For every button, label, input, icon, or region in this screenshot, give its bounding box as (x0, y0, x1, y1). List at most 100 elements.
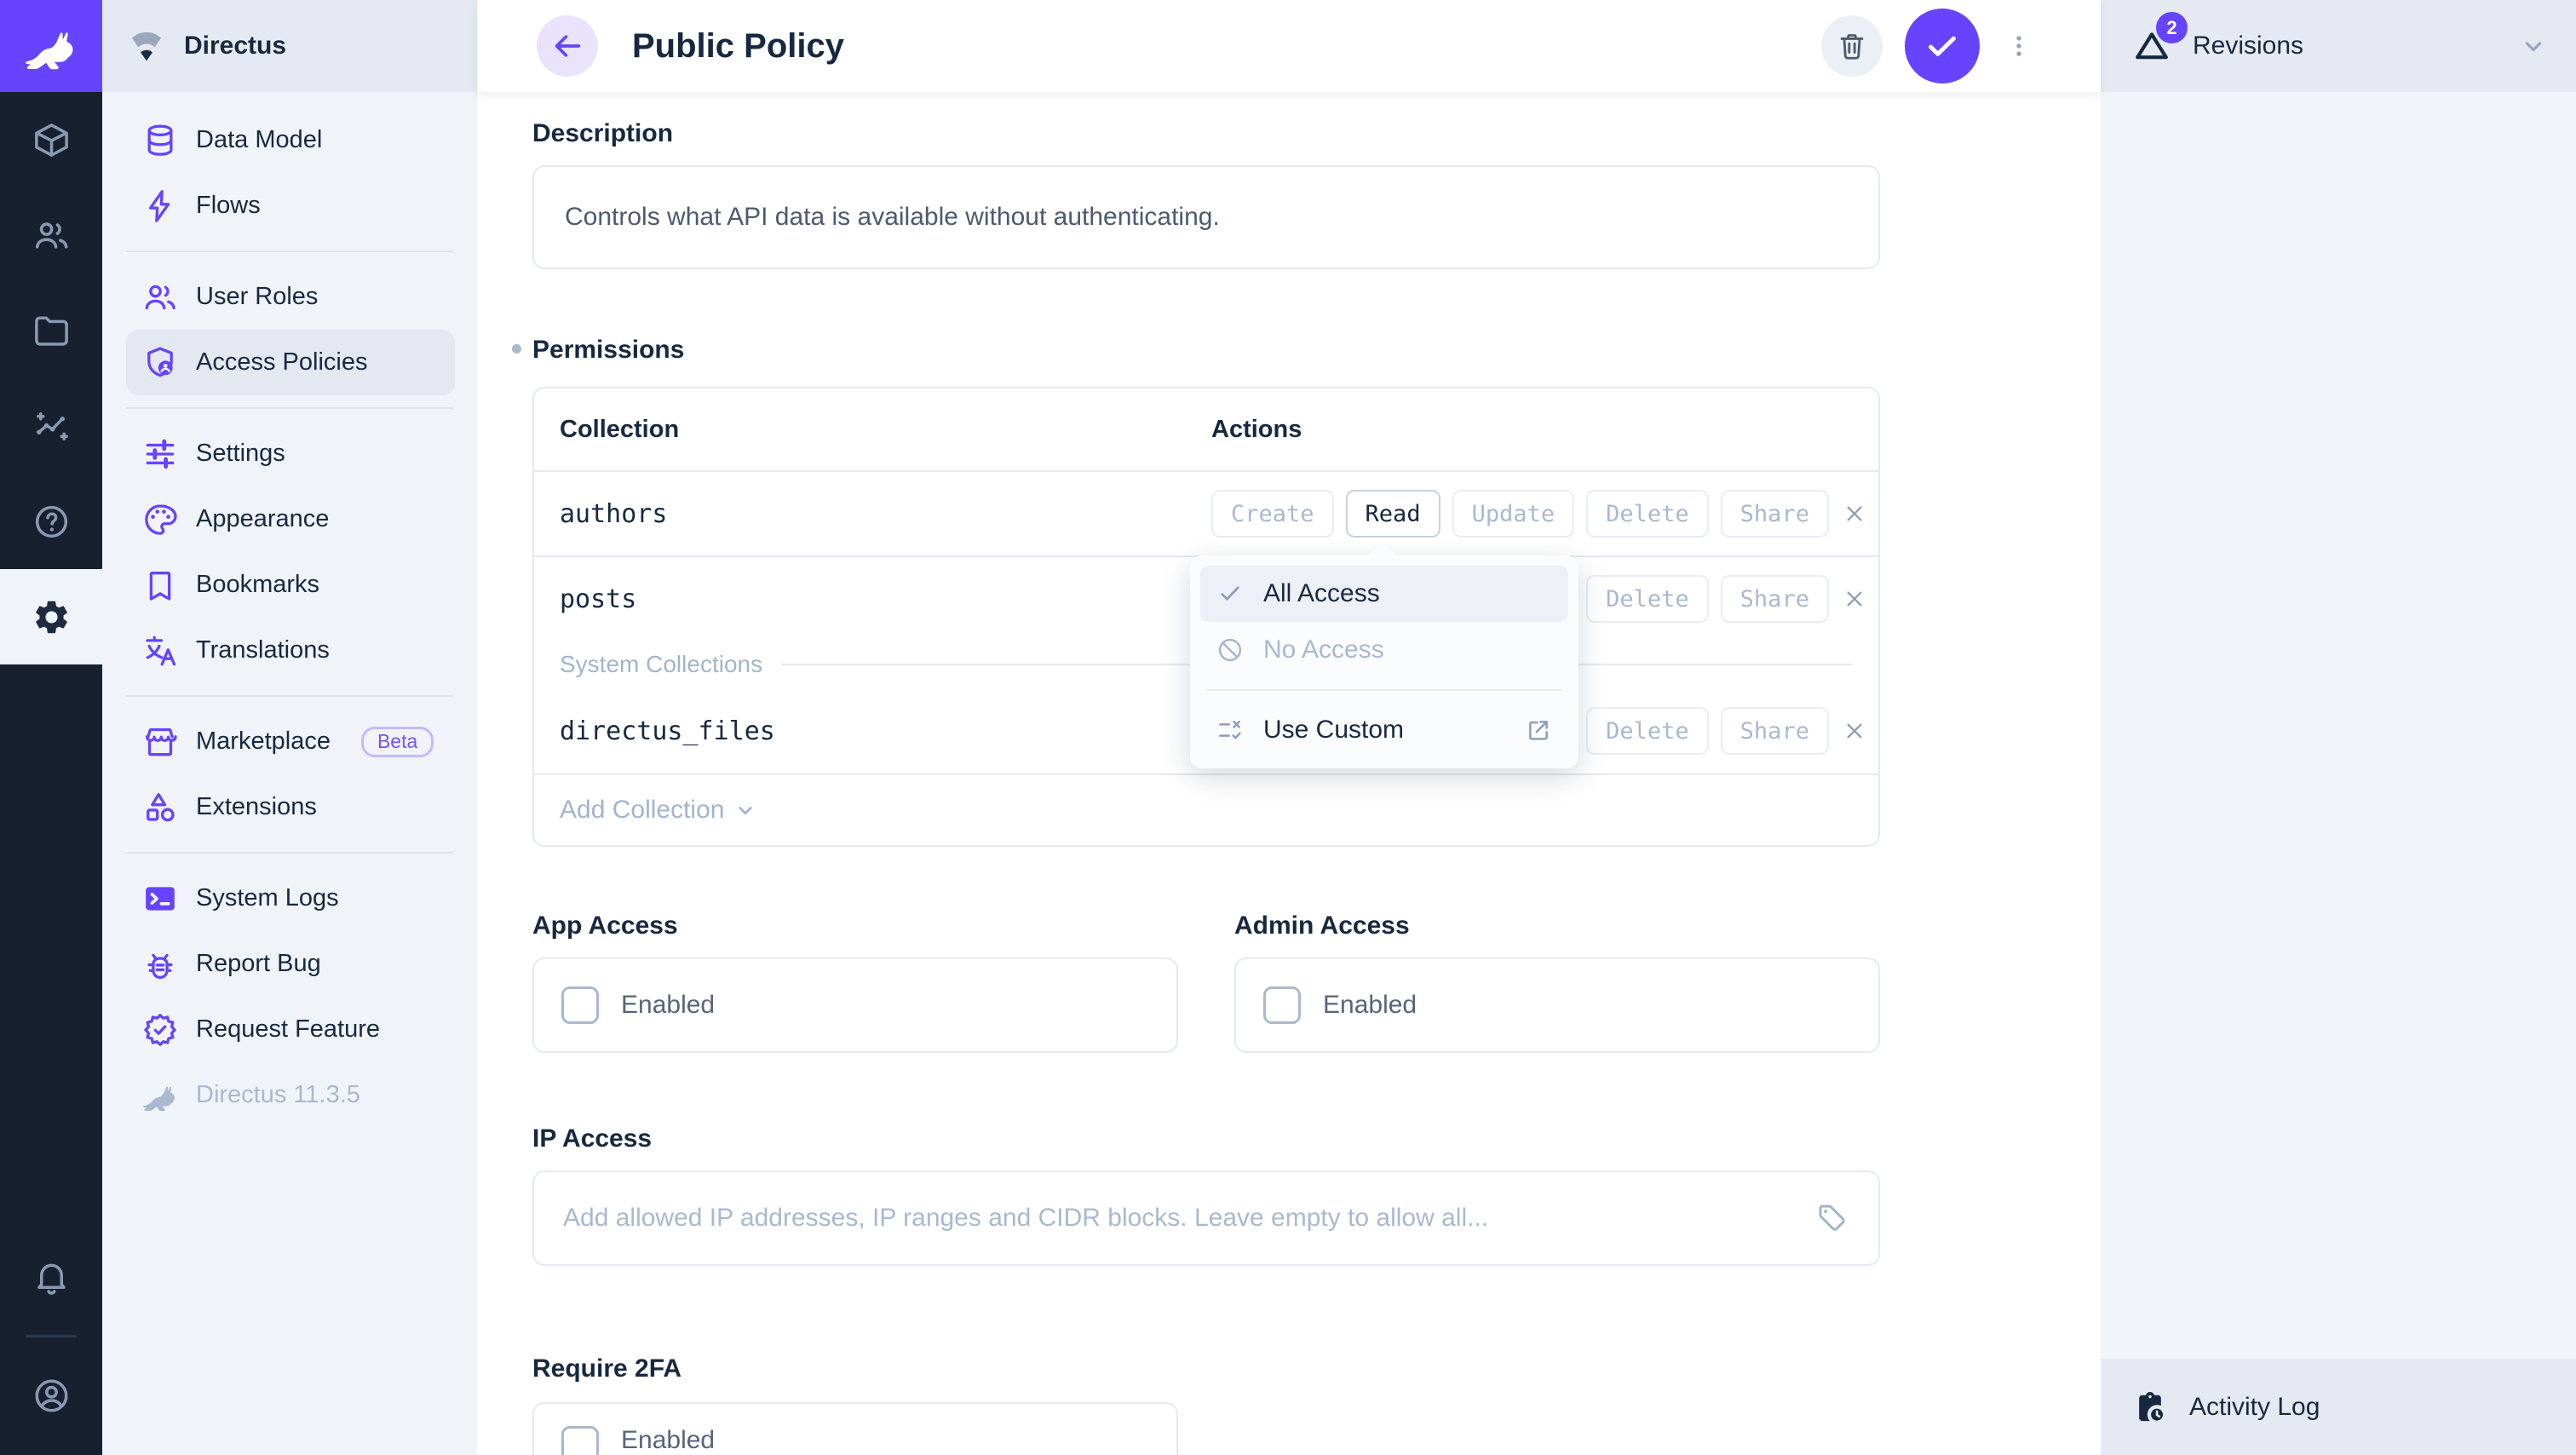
terminal-icon (141, 880, 179, 917)
sidebar-item-settings[interactable]: Settings (126, 421, 455, 486)
save-button[interactable] (1905, 9, 1980, 83)
action-chip-share[interactable]: Share (1721, 490, 1829, 538)
block-icon (1216, 635, 1245, 664)
more-options-button[interactable] (2002, 20, 2036, 72)
admin-access-label: Admin Access (1234, 912, 1880, 940)
menu-item-label: No Access (1263, 635, 1384, 664)
app-access-label: App Access (532, 912, 1178, 940)
sidebar-item-request-feature[interactable]: Request Feature (126, 997, 455, 1062)
navigation-sidebar: Directus Data ModelFlows User Roles Access… (102, 0, 477, 1455)
menu-item-no-access[interactable]: No Access (1200, 622, 1568, 678)
action-chip-delete[interactable]: Delete (1586, 575, 1709, 623)
shield-person-icon (141, 344, 179, 382)
people-icon (32, 216, 72, 256)
nav-divider (126, 250, 453, 252)
chevron-down-icon[interactable] (2518, 31, 2549, 61)
users-module[interactable] (0, 187, 102, 283)
sidebar-item-label: Marketplace (196, 728, 331, 756)
kebab-icon (2004, 25, 2033, 67)
delete-button[interactable] (1821, 15, 1883, 77)
remove-collection-button[interactable] (1841, 500, 1868, 527)
module-bar-divider (26, 1335, 77, 1337)
column-collection: Collection (560, 416, 1211, 444)
box-icon (32, 120, 72, 160)
ip-access-box (532, 1170, 1880, 1266)
sidebar-item-access-policies[interactable]: Access Policies (126, 330, 455, 395)
settings-module[interactable] (0, 569, 102, 664)
rabbit-logo-icon (23, 18, 79, 74)
activity-log-section[interactable]: Activity Log (2101, 1359, 2576, 1455)
trash-icon (1836, 30, 1868, 62)
sidebar-body (2101, 92, 2576, 1359)
directus-logo[interactable] (0, 0, 102, 92)
add-collection-button[interactable]: Add Collection (560, 796, 724, 825)
sidebar-item-appearance[interactable]: Appearance (126, 486, 455, 552)
policy-form: Description Permissions Collection Actio… (477, 92, 2101, 1455)
description-input[interactable] (565, 203, 1848, 232)
back-arrow-icon (550, 29, 584, 63)
project-name: Directus (184, 32, 286, 60)
sidebar-item-system-logs[interactable]: System Logs (126, 866, 455, 931)
app-access-checkbox-label: Enabled (621, 991, 715, 1020)
activity-log-label: Activity Log (2189, 1393, 2320, 1422)
main-content: Public Policy Description Permissions Co… (477, 0, 2101, 1455)
remove-collection-button[interactable] (1841, 585, 1868, 612)
tag-icon (1815, 1201, 1849, 1235)
account-button[interactable] (0, 1348, 102, 1443)
rabbit-icon (141, 1077, 179, 1114)
revisions-section[interactable]: 2 Revisions (2101, 0, 2576, 92)
sidebar-item-bookmarks[interactable]: Bookmarks (126, 552, 455, 618)
sidebar-item-data-model[interactable]: Data Model (126, 107, 455, 173)
action-chip-share[interactable]: Share (1721, 707, 1829, 755)
insights-module[interactable] (0, 378, 102, 474)
action-chip-update[interactable]: Update (1452, 490, 1575, 538)
admin-access-checkbox[interactable] (1263, 986, 1301, 1024)
database-icon (141, 122, 179, 159)
ip-access-input[interactable] (563, 1204, 1798, 1233)
module-bar-spacer (0, 664, 102, 1229)
files-module[interactable] (0, 283, 102, 378)
require-2fa-checkbox-label: Enabled (621, 1426, 715, 1455)
action-chip-create[interactable]: Create (1211, 490, 1334, 538)
sidebar-item-flows[interactable]: Flows (126, 173, 455, 239)
action-chip-share[interactable]: Share (1721, 575, 1829, 623)
project-header[interactable]: Directus (102, 0, 477, 92)
action-chip-delete[interactable]: Delete (1586, 707, 1709, 755)
nav-divider (126, 407, 453, 409)
sidebar-item-translations[interactable]: Translations (126, 618, 455, 683)
menu-item-all-access[interactable]: All Access (1200, 566, 1568, 622)
sidebar-item-extensions[interactable]: Extensions (126, 774, 455, 840)
insights-icon (32, 406, 72, 446)
action-chip-delete[interactable]: Delete (1586, 490, 1709, 538)
menu-item-use-custom[interactable]: Use Custom (1200, 702, 1568, 758)
folder-icon (32, 311, 72, 351)
sidebar-item-report-bug[interactable]: Report Bug (126, 931, 455, 997)
sidebar-item-label: Bookmarks (196, 571, 319, 599)
permissions-table-header: Collection Actions (534, 388, 1878, 470)
app-access-box: Enabled (532, 958, 1178, 1053)
remove-collection-button[interactable] (1841, 717, 1868, 745)
content-module[interactable] (0, 92, 102, 187)
gear-icon (32, 597, 72, 637)
require-2fa-checkbox[interactable] (561, 1426, 599, 1455)
storefront-icon (141, 723, 179, 761)
check-icon (1923, 26, 1962, 66)
account-icon (32, 1376, 72, 1416)
sidebar-item-label: User Roles (196, 283, 318, 311)
version-info: Directus 11.3.5 (126, 1062, 455, 1128)
sidebar-item-user-roles[interactable]: User Roles (126, 264, 455, 330)
admin-access-checkbox-label: Enabled (1323, 991, 1417, 1020)
back-button[interactable] (537, 15, 598, 77)
help-icon (32, 502, 72, 542)
sidebar-item-marketplace[interactable]: MarketplaceBeta (126, 709, 455, 774)
notifications-button[interactable] (0, 1229, 102, 1325)
sidebar-item-label: Report Bug (196, 950, 321, 978)
app-access-checkbox[interactable] (561, 986, 599, 1024)
action-chip-read[interactable]: Read (1346, 490, 1440, 538)
permission-row-authors: authorsCreateReadUpdateDeleteShare (534, 470, 1878, 555)
collection-name: authors (560, 499, 1211, 529)
project-status-icon (128, 27, 165, 65)
description-label: Description (532, 119, 1880, 148)
docs-module[interactable] (0, 474, 102, 569)
menu-item-label: All Access (1263, 579, 1380, 608)
